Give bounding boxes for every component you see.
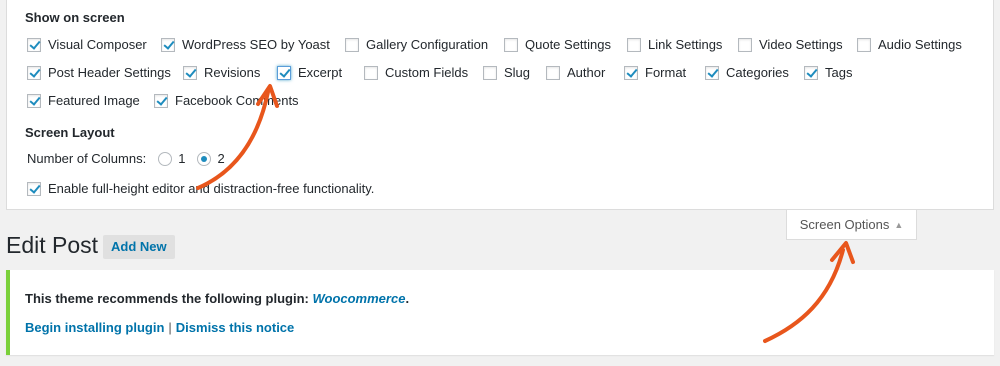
checkbox-box[interactable] (857, 37, 871, 52)
checkbox-audio-settings[interactable]: Audio Settings (857, 37, 962, 52)
columns-label: Number of Columns: (27, 151, 147, 166)
checkbox-author[interactable]: Author (546, 65, 605, 80)
checkbox-box[interactable] (624, 65, 638, 80)
plugin-link[interactable]: Woocommerce (312, 291, 405, 306)
checkbox-tags[interactable]: Tags (804, 65, 852, 80)
notice-text: This theme recommends the following plug… (25, 291, 313, 306)
checkbox-box[interactable] (277, 65, 291, 80)
checkbox-box[interactable] (504, 37, 518, 52)
checkbox-box[interactable] (705, 65, 719, 80)
checkbox-wordpress-seo[interactable]: WordPress SEO by Yoast (161, 37, 330, 52)
checkbox-box[interactable] (27, 93, 41, 108)
checkbox-box[interactable] (804, 65, 818, 80)
checkbox-revisions[interactable]: Revisions (183, 65, 260, 80)
plugin-notice: This theme recommends the following plug… (6, 270, 994, 355)
checkbox-slug[interactable]: Slug (483, 65, 530, 80)
page-title: Edit Post (6, 232, 99, 258)
checkbox-quote-settings[interactable]: Quote Settings (504, 37, 611, 52)
notice-actions: Begin installing plugin | Dismiss this not… (25, 320, 294, 335)
checkbox-box[interactable] (161, 37, 175, 52)
checkbox-video-settings[interactable]: Video Settings (738, 37, 843, 52)
notice-suffix: . (405, 291, 410, 306)
columns-option-2-label: 2 (217, 151, 225, 166)
screen-layout-heading: Screen Layout (25, 125, 115, 140)
arrow-head-screen-options (830, 241, 855, 264)
screen-options-panel: Show on screen Visual Composer WordPress… (6, 0, 994, 210)
checkbox-featured-image[interactable]: Featured Image (27, 93, 140, 108)
checkbox-box[interactable] (546, 65, 560, 80)
checkbox-box[interactable] (27, 181, 41, 196)
checkbox-custom-fields[interactable]: Custom Fields (364, 65, 468, 80)
dismiss-notice-link[interactable]: Dismiss this notice (176, 320, 294, 335)
show-on-screen-heading: Show on screen (25, 10, 125, 25)
checkbox-box[interactable] (364, 65, 378, 80)
checkbox-format[interactable]: Format (624, 65, 686, 80)
checkbox-box[interactable] (27, 37, 41, 52)
columns-radio-1[interactable] (158, 151, 173, 166)
checkbox-post-header-settings[interactable]: Post Header Settings (27, 65, 171, 80)
columns-radio-2[interactable] (197, 151, 212, 166)
checkbox-categories[interactable]: Categories (705, 65, 789, 80)
screen-options-toggle[interactable]: Screen Options ▲ (786, 210, 917, 240)
checkbox-box[interactable] (483, 65, 497, 80)
columns-option-1-label: 1 (178, 151, 186, 166)
checkbox-box[interactable] (627, 37, 641, 52)
checkbox-box[interactable] (27, 65, 41, 80)
checkbox-facebook-comments[interactable]: Facebook Comments (154, 93, 299, 108)
checkbox-box[interactable] (183, 65, 197, 80)
begin-installing-link[interactable]: Begin installing plugin (25, 320, 164, 335)
checkbox-box[interactable] (738, 37, 752, 52)
checkbox-full-height-editor[interactable]: Enable full-height editor and distractio… (27, 181, 374, 196)
add-new-button[interactable]: Add New (103, 235, 175, 259)
checkbox-excerpt[interactable]: Excerpt (277, 65, 342, 80)
link-separator: | (168, 320, 172, 335)
checkbox-gallery-configuration[interactable]: Gallery Configuration (345, 37, 488, 52)
notice-message: This theme recommends the following plug… (25, 291, 409, 306)
checkbox-link-settings[interactable]: Link Settings (627, 37, 722, 52)
checkbox-box[interactable] (345, 37, 359, 52)
checkbox-visual-composer[interactable]: Visual Composer (27, 37, 147, 52)
columns-selector: Number of Columns: 1 2 (27, 151, 225, 166)
triangle-up-icon: ▲ (894, 219, 904, 230)
checkbox-box[interactable] (154, 93, 168, 108)
